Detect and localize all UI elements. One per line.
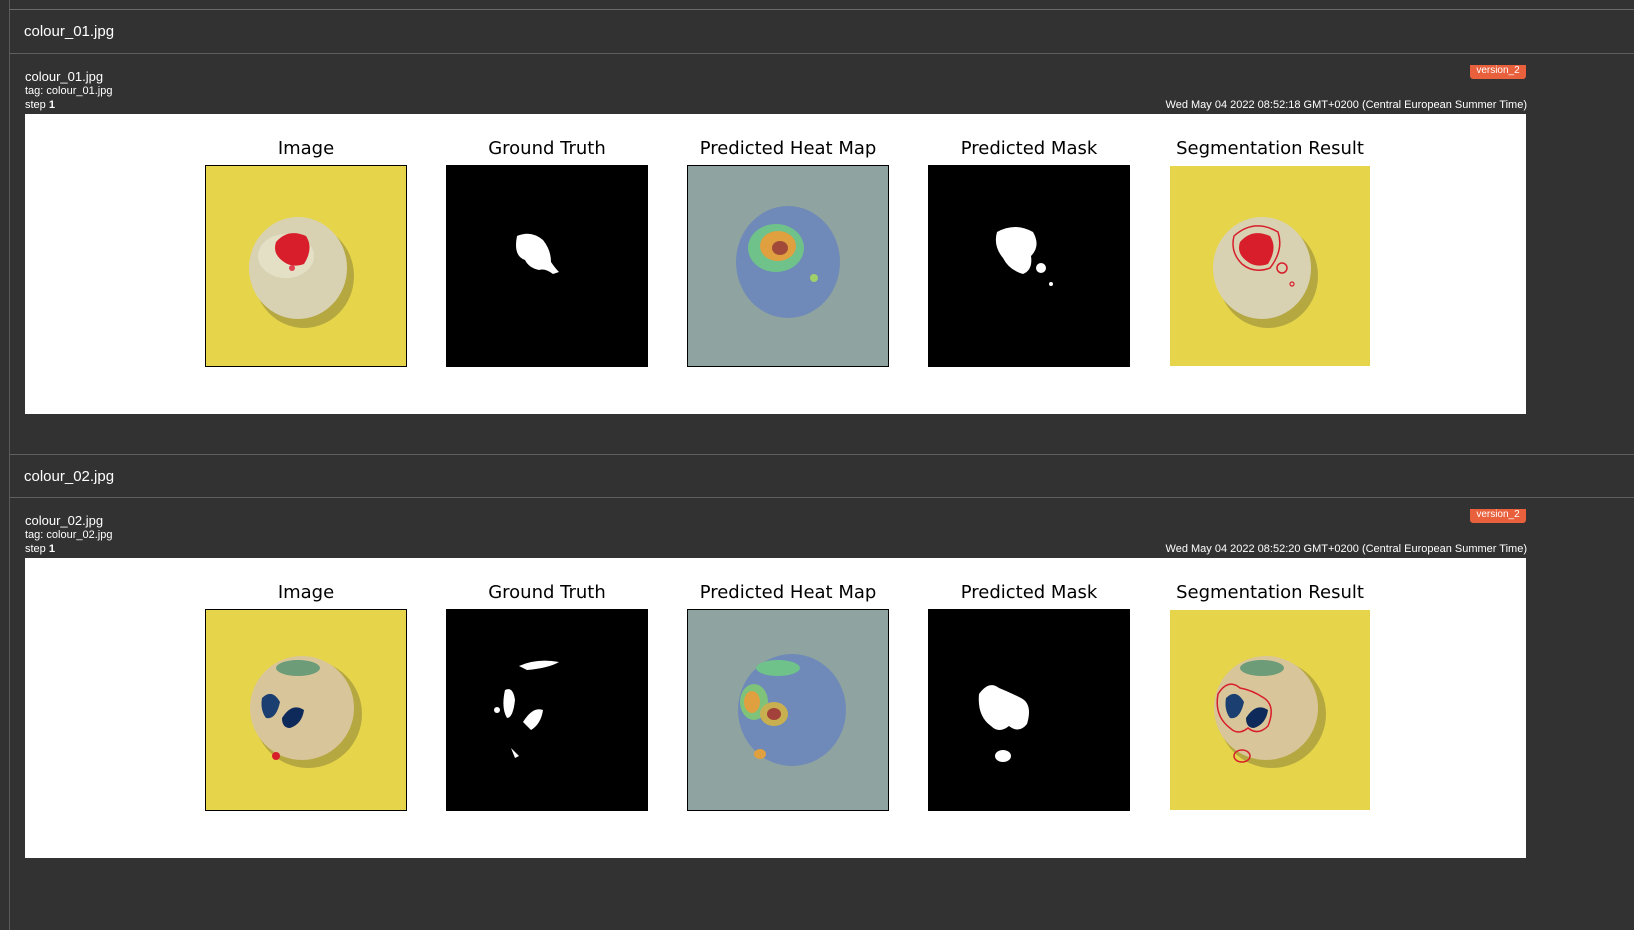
- card-timestamp: Wed May 04 2022 08:52:20 GMT+0200 (Centr…: [1165, 543, 1527, 555]
- panel-title: Ground Truth: [488, 582, 606, 603]
- panel-title: Predicted Mask: [960, 582, 1098, 603]
- predicted-mask: [928, 609, 1130, 811]
- image-card: colour_01.jpg tag: colour_01.jpg step 1 …: [9, 54, 1634, 474]
- ground-truth-mask: [446, 609, 648, 811]
- section-title: colour_02.jpg: [24, 467, 115, 485]
- card-timestamp: Wed May 04 2022 08:52:18 GMT+0200 (Centr…: [1165, 99, 1527, 111]
- image-section: colour_02.jpg colour_02.jpg tag: colour_…: [9, 454, 1634, 918]
- card-step: step 1: [25, 543, 55, 555]
- run-badge: version_2: [1470, 65, 1526, 79]
- predicted-mask: [928, 165, 1130, 367]
- section-title: colour_01.jpg: [24, 23, 115, 40]
- section-header[interactable]: colour_01.jpg: [9, 10, 1634, 54]
- panel-title: Predicted Heat Map: [699, 138, 877, 159]
- segmentation-result: [1169, 609, 1371, 811]
- run-badge: version_2: [1470, 509, 1526, 523]
- panel-title: Predicted Mask: [960, 138, 1098, 159]
- heat-map: [687, 609, 889, 811]
- step-label: step: [25, 543, 46, 555]
- segmentation-result: [1169, 165, 1371, 367]
- card-tag: tag: colour_02.jpg: [25, 529, 113, 541]
- section-header[interactable]: colour_02.jpg: [9, 454, 1634, 498]
- image-canvas: Image Ground Truth Predicted Heat Map Pr…: [25, 114, 1526, 414]
- step-value: 1: [48, 99, 55, 111]
- step-label: step: [25, 99, 46, 111]
- card-tag: tag: colour_01.jpg: [25, 85, 113, 97]
- image-canvas: Image Ground Truth Predicted Heat Map Pr…: [25, 558, 1526, 858]
- card-title: colour_01.jpg: [25, 69, 104, 84]
- panel-title: Image: [277, 138, 335, 159]
- panel-title: Image: [277, 582, 335, 603]
- panel-title: Segmentation Result: [1176, 582, 1364, 603]
- image-section: colour_01.jpg colour_01.jpg tag: colour_…: [9, 10, 1634, 474]
- original-image: [205, 165, 407, 367]
- heat-map: [687, 165, 889, 367]
- image-card: colour_02.jpg tag: colour_02.jpg step 1 …: [9, 498, 1634, 918]
- card-step: step 1: [25, 99, 55, 111]
- panel-title: Segmentation Result: [1176, 138, 1364, 159]
- panel-title: Ground Truth: [488, 138, 606, 159]
- step-value: 1: [48, 543, 55, 555]
- card-title: colour_02.jpg: [25, 513, 104, 528]
- original-image: [205, 609, 407, 811]
- ground-truth-mask: [446, 165, 648, 367]
- panel-title: Predicted Heat Map: [699, 582, 877, 603]
